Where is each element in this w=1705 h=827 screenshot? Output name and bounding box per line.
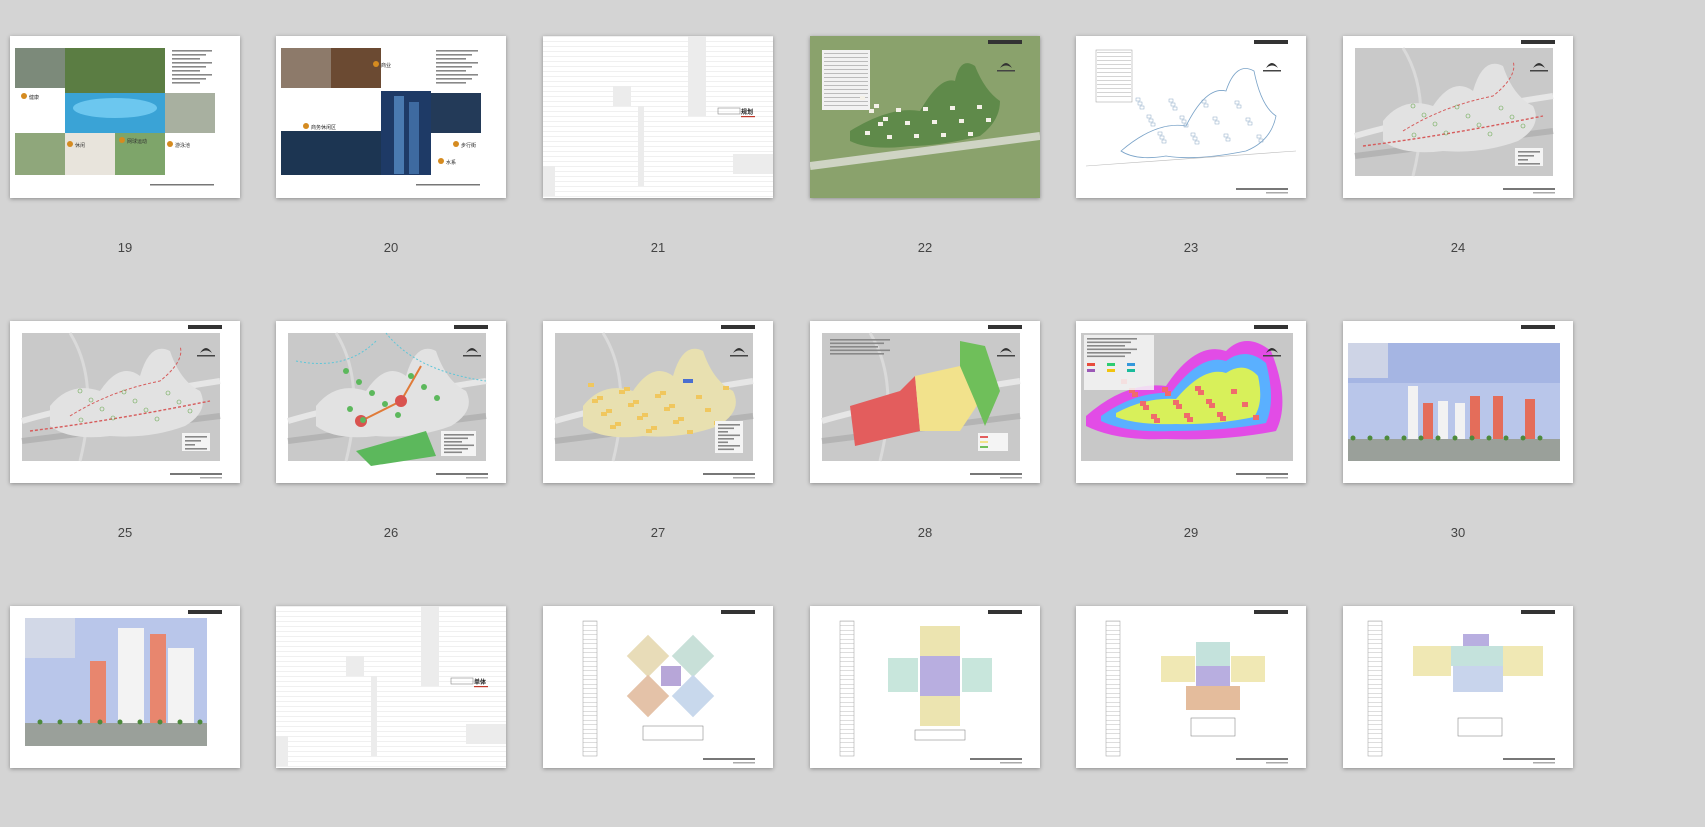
slide-preview: 单体: [276, 606, 506, 767]
slide-preview: [1354, 40, 1555, 194]
slide-number: 25: [117, 525, 133, 540]
slide-thumbnail[interactable]: [810, 36, 1040, 198]
slide-preview: [287, 325, 488, 479]
slide-label: 商务休闲区: [311, 124, 336, 131]
slide-number: 26: [383, 525, 399, 540]
slide-preview: 商业商务休闲区步行街水系: [281, 48, 481, 186]
slide-thumbnail[interactable]: 商业商务休闲区步行街水系: [276, 36, 506, 198]
slide-thumbnail[interactable]: [543, 606, 773, 768]
slide-thumbnail[interactable]: [1076, 36, 1306, 198]
slide-number: 27: [650, 525, 666, 540]
slide-thumbnail[interactable]: [276, 321, 506, 483]
slide-sorter-grid: 健康休闲 游泳池 网球运动 19 商业商务休闲区步行街水系 20 规划 21 22 23 24 25 2…: [0, 0, 1705, 827]
section-title: 单体: [474, 678, 487, 686]
slide-preview: [25, 610, 222, 746]
slide-number: 21: [650, 240, 666, 255]
slide-number: 22: [917, 240, 933, 255]
slide-label: 水系: [446, 159, 456, 166]
slide-label: 休闲: [75, 142, 85, 149]
slide-thumbnail[interactable]: [10, 606, 240, 768]
slide-label: 步行街: [461, 142, 476, 149]
slide-number: 19: [117, 240, 133, 255]
slide-thumbnail[interactable]: 单体: [276, 606, 506, 768]
slide-preview: [582, 610, 755, 764]
slide-thumbnail[interactable]: [810, 606, 1040, 768]
slide-thumbnail[interactable]: [1076, 321, 1306, 483]
slide-preview: [1105, 610, 1288, 764]
slide-label: 商业: [381, 62, 391, 69]
slide-label: 游泳池: [175, 142, 190, 149]
slide-preview: [554, 325, 755, 479]
slide-number: 30: [1450, 525, 1466, 540]
slide-thumbnail[interactable]: [1343, 321, 1573, 483]
slide-label: 健康: [29, 94, 39, 101]
slide-thumbnail[interactable]: [1343, 36, 1573, 198]
slide-number: 23: [1183, 240, 1199, 255]
slide-preview: [810, 36, 1040, 198]
slide-thumbnail[interactable]: [1076, 606, 1306, 768]
slide-preview: [821, 325, 1022, 479]
slide-preview: [21, 325, 222, 479]
slide-thumbnail[interactable]: [543, 321, 773, 483]
slide-preview: 健康休闲 游泳池 网球运动: [15, 48, 215, 186]
slide-number: 28: [917, 525, 933, 540]
slide-preview: [839, 610, 1022, 764]
slide-thumbnail[interactable]: [10, 321, 240, 483]
slide-preview: [1081, 325, 1293, 479]
slide-preview: 规划: [543, 36, 773, 197]
slide-thumbnail[interactable]: [1343, 606, 1573, 768]
section-title: 规划: [741, 108, 753, 116]
slide-thumbnail[interactable]: [810, 321, 1040, 483]
slide-preview: [1085, 40, 1297, 194]
slide-thumbnail[interactable]: 健康休闲 游泳池 网球运动: [10, 36, 240, 198]
slide-number: 29: [1183, 525, 1199, 540]
slide-preview: [1348, 325, 1560, 461]
slide-preview: [1367, 610, 1555, 764]
slide-thumbnail[interactable]: 规划: [543, 36, 773, 198]
slide-label: 网球运动: [127, 138, 147, 145]
slide-number: 24: [1450, 240, 1466, 255]
slide-number: 20: [383, 240, 399, 255]
